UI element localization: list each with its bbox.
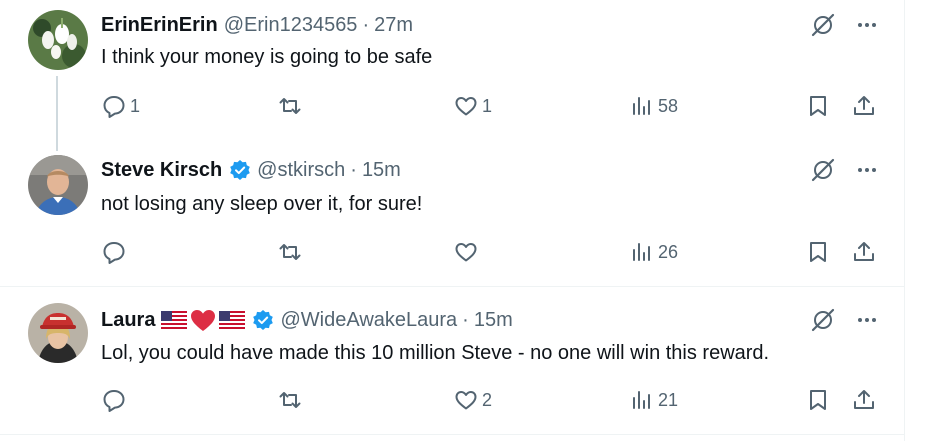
- separator: ·: [462, 308, 469, 331]
- views-icon: [633, 97, 650, 115]
- timestamp[interactable]: 27m: [374, 14, 413, 37]
- view-count: 26: [658, 241, 679, 262]
- grok-icon[interactable]: [810, 307, 836, 333]
- views-button[interactable]: 21: [629, 385, 678, 415]
- reply-icon: [103, 390, 125, 412]
- us-flag-icon: [161, 311, 188, 329]
- bookmark-button[interactable]: [805, 91, 831, 121]
- views-button[interactable]: 26: [629, 237, 678, 267]
- separator: ·: [350, 158, 357, 181]
- reply-icon: [103, 96, 125, 118]
- user-handle[interactable]: @WideAwakeLaura: [280, 309, 457, 332]
- bookmark-icon: [810, 390, 826, 410]
- retweet-button[interactable]: [277, 91, 306, 121]
- view-count: 21: [658, 389, 679, 410]
- like-button[interactable]: 2: [453, 385, 492, 415]
- red-heart-icon: [190, 308, 216, 332]
- avatar[interactable]: [28, 10, 88, 70]
- like-icon: [455, 391, 477, 410]
- bookmark-button[interactable]: [805, 237, 831, 267]
- tweet-text: not losing any sleep over it, for sure!: [101, 193, 423, 215]
- bookmark-button[interactable]: [805, 385, 831, 415]
- display-name[interactable]: ErinErinErin: [101, 14, 218, 37]
- like-count: 2: [482, 389, 493, 410]
- reply-button[interactable]: 1: [101, 91, 140, 121]
- share-button[interactable]: [851, 385, 877, 415]
- us-flag-icon: [219, 311, 246, 329]
- view-count: 58: [658, 95, 679, 116]
- tweet-text: I think your money is going to be safe: [101, 46, 433, 68]
- like-button[interactable]: [453, 237, 482, 267]
- avatar[interactable]: [28, 155, 88, 215]
- share-button[interactable]: [851, 91, 877, 121]
- tweet[interactable]: ErinErinErin @Erin1234565 · 27m I think …: [0, 0, 904, 151]
- more-icon[interactable]: [854, 307, 880, 333]
- grok-icon[interactable]: [810, 157, 836, 183]
- tweet-top-icons: [810, 157, 880, 183]
- user-handle[interactable]: @stkirsch: [257, 159, 345, 182]
- avatar[interactable]: [28, 303, 88, 363]
- retweet-icon: [279, 98, 301, 114]
- verified-badge-icon: [252, 309, 274, 331]
- grok-icon[interactable]: [810, 12, 836, 38]
- share-icon: [854, 390, 874, 409]
- tweet-header: Laura @WideAwakeLaura · 15m: [101, 307, 513, 333]
- tweet-text: Lol, you could have made this 10 million…: [101, 342, 770, 364]
- more-icon[interactable]: [854, 12, 880, 38]
- tweet-top-icons: [810, 307, 880, 333]
- bookmark-icon: [810, 96, 826, 116]
- like-count: 1: [482, 95, 493, 116]
- timestamp[interactable]: 15m: [474, 309, 513, 332]
- reply-button[interactable]: [101, 385, 130, 415]
- share-icon: [854, 242, 874, 261]
- tweet-header: ErinErinErin @Erin1234565 · 27m: [101, 12, 413, 38]
- bookmark-icon: [810, 242, 826, 262]
- retweet-button[interactable]: [277, 237, 306, 267]
- tweet-header: Steve Kirsch @stkirsch · 15m: [101, 157, 401, 183]
- views-icon: [633, 243, 650, 261]
- like-icon: [455, 97, 477, 116]
- retweet-icon: [279, 244, 301, 260]
- tweet-top-icons: [810, 12, 880, 38]
- tweet-actions: 26: [101, 237, 881, 267]
- views-button[interactable]: 58: [629, 91, 678, 121]
- tweet[interactable]: Laura @WideAwakeLaura · 15m Lol, you cou…: [0, 287, 904, 435]
- name-emojis: [161, 308, 246, 332]
- tweet-actions: 1 1 58: [101, 91, 881, 121]
- retweet-button[interactable]: [277, 385, 306, 415]
- reply-button[interactable]: [101, 237, 130, 267]
- more-icon[interactable]: [854, 157, 880, 183]
- reply-icon: [103, 242, 125, 264]
- reply-thread: ErinErinErin @Erin1234565 · 27m I think …: [0, 0, 905, 441]
- display-name[interactable]: Steve Kirsch: [101, 159, 222, 182]
- separator: ·: [362, 13, 370, 36]
- like-button[interactable]: 1: [453, 91, 492, 121]
- user-handle[interactable]: @Erin1234565: [224, 14, 358, 37]
- views-icon: [633, 391, 650, 409]
- verified-badge-icon: [229, 159, 251, 181]
- share-button[interactable]: [851, 237, 877, 267]
- reply-count: 1: [130, 95, 141, 116]
- tweet-actions: 2 21: [101, 385, 881, 415]
- share-icon: [854, 96, 874, 115]
- timestamp[interactable]: 15m: [362, 159, 401, 182]
- display-name[interactable]: Laura: [101, 309, 155, 332]
- retweet-icon: [279, 392, 301, 408]
- tweet[interactable]: Steve Kirsch @stkirsch · 15m not losing …: [0, 140, 904, 287]
- like-icon: [455, 243, 477, 262]
